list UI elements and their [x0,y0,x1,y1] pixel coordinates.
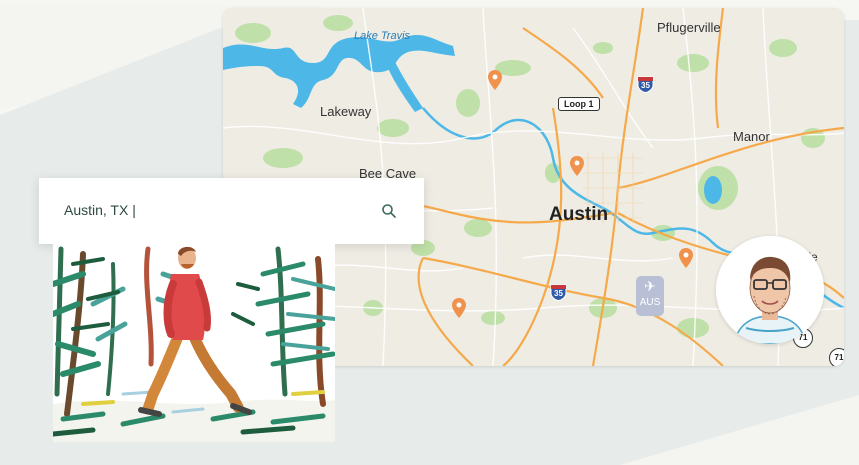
airport-marker[interactable]: ✈ AUS [636,276,664,316]
interstate-shield: 35 [550,284,567,301]
airport-code: AUS [639,297,661,308]
route-71-shield: 71 [829,348,844,366]
avatar-illustration [716,236,824,344]
interstate-shield: 35 [637,76,654,93]
search-input[interactable]: Austin, TX | [64,202,136,218]
map-pin-icon[interactable] [488,70,502,90]
map-pin-icon[interactable] [570,156,584,176]
lakeway-label: Lakeway [320,104,372,119]
manor-label: Manor [733,129,770,144]
loop-1-badge: Loop 1 [558,97,600,111]
map-pin-icon[interactable] [452,298,466,318]
location-search-box[interactable]: Austin, TX | [39,178,424,244]
lake-travis-label: Lake Travis [354,30,411,42]
airplane-icon: ✈ [644,278,656,294]
walking-person-illustration [53,244,335,442]
walking-person-artwork [53,244,335,442]
search-icon[interactable] [381,203,397,219]
user-avatar[interactable] [716,236,824,344]
map-pin-icon[interactable] [679,248,693,268]
pflugerville-label: Pflugerville [657,20,721,35]
austin-label: Austin [549,204,609,225]
